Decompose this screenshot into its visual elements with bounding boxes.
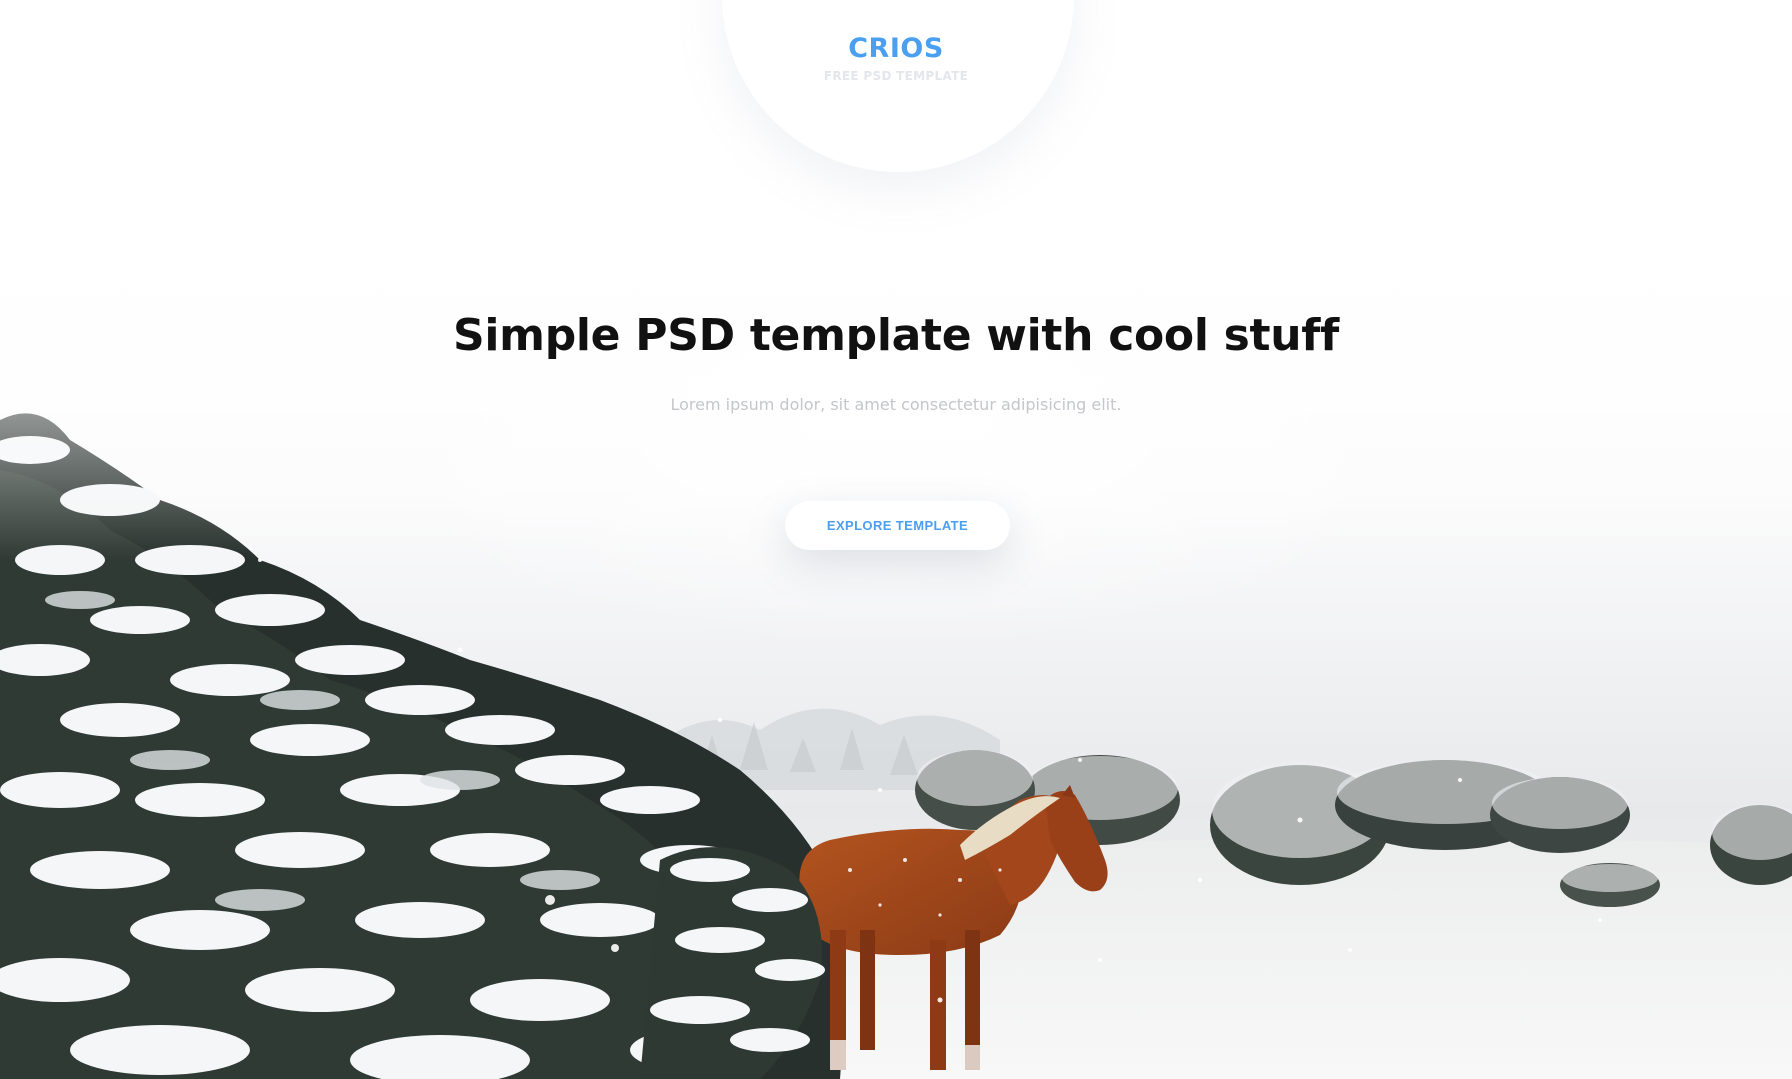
logo-title[interactable]: CRIOS — [0, 33, 1792, 64]
logo-subtitle: FREE PSD TEMPLATE — [823, 69, 969, 83]
landing-page: CRIOS FREE PSD TEMPLATE Simple PSD templ… — [0, 0, 1792, 1079]
explore-template-button[interactable]: EXPLORE TEMPLATE — [785, 501, 1010, 550]
hero-subtitle: Lorem ipsum dolor, sit amet consectetur … — [670, 395, 1122, 414]
hero-title: Simple PSD template with cool stuff — [452, 310, 1339, 361]
